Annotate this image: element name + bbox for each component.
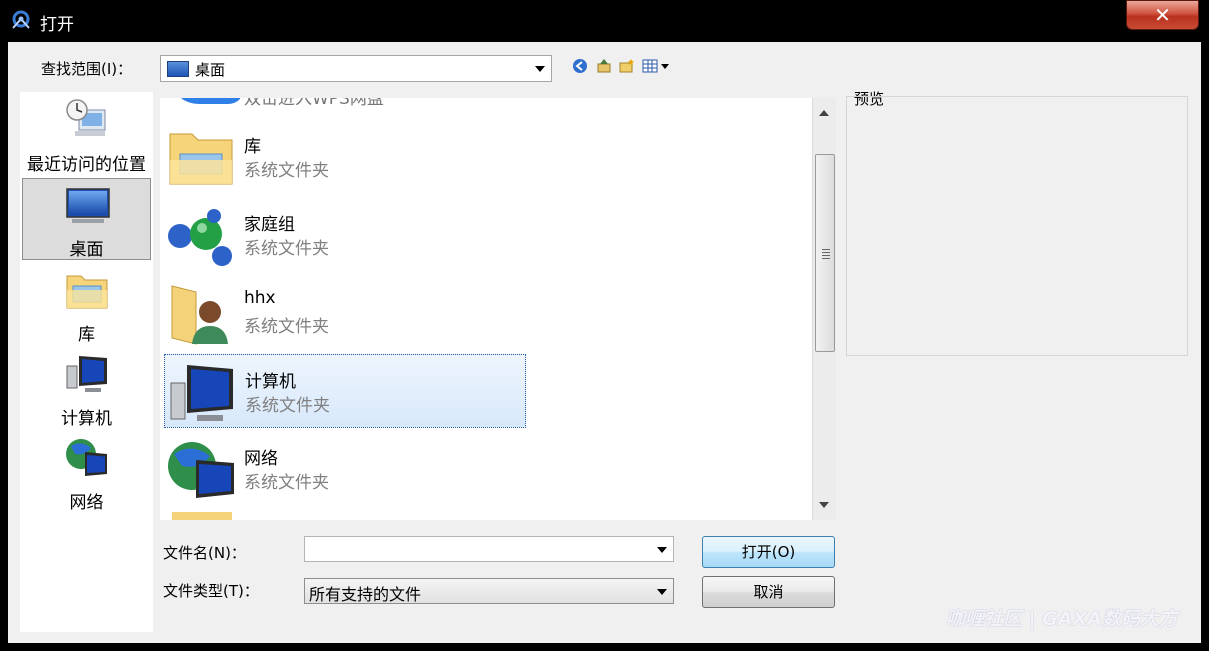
scroll-up-icon[interactable] <box>819 110 829 116</box>
file-list[interactable]: 双击进入WPS网盘 库 系统文件夹 家庭组 系统文件夹 hhx 系统文件夹 计算… <box>160 98 812 520</box>
chevron-down-icon[interactable] <box>657 589 667 595</box>
look-in-label: 查找范围(I)： <box>41 60 133 78</box>
preview-pane <box>846 96 1188 356</box>
file-type: 系统文件夹 <box>244 239 329 259</box>
wps-cloud-icon <box>181 98 240 104</box>
library-folder-icon <box>169 133 233 185</box>
file-name: 库 <box>244 137 261 157</box>
close-icon: ✕ <box>1154 3 1171 27</box>
file-list-scrollbar[interactable] <box>812 98 836 520</box>
list-item[interactable]: 计算机 系统文件夹 <box>164 354 526 428</box>
places-bar: 最近访问的位置 桌面 库 计算机 网络 <box>20 92 153 632</box>
place-label: 计算机 <box>61 409 112 429</box>
title-bar[interactable]: 打开 ✕ <box>0 0 1209 42</box>
library-folder-icon <box>66 275 108 309</box>
place-recent[interactable]: 最近访问的位置 <box>22 94 151 176</box>
desktop-icon <box>167 61 189 77</box>
file-name: 家庭组 <box>244 215 295 235</box>
open-button[interactable]: 打开(O) <box>702 536 835 568</box>
place-computer[interactable]: 计算机 <box>22 348 151 430</box>
close-button[interactable]: ✕ <box>1126 0 1199 30</box>
view-menu-icon[interactable] <box>642 58 670 74</box>
up-folder-icon[interactable] <box>596 58 612 74</box>
network-icon <box>168 442 234 498</box>
scroll-down-icon[interactable] <box>819 502 829 508</box>
file-type: 系统文件夹 <box>244 317 329 337</box>
place-libraries[interactable]: 库 <box>22 264 151 346</box>
list-item[interactable]: hhx 系统文件夹 <box>164 276 526 350</box>
place-network[interactable]: 网络 <box>22 432 151 514</box>
place-label: 桌面 <box>69 240 104 260</box>
place-label: 库 <box>78 325 95 345</box>
place-desktop[interactable]: 桌面 <box>22 178 151 260</box>
open-file-dialog: 打开 ✕ 查找范围(I)： 桌面 最近访问的位置 桌面 库 计算机 网络 双击进… <box>0 0 1209 651</box>
list-item[interactable] <box>164 510 526 520</box>
desktop-icon <box>66 188 110 223</box>
list-item[interactable]: 网络 系统文件夹 <box>164 432 526 506</box>
look-in-value: 桌面 <box>195 61 226 79</box>
scroll-thumb[interactable] <box>815 154 835 352</box>
file-type: 系统文件夹 <box>244 473 329 493</box>
place-label: 网络 <box>69 493 104 513</box>
user-folder-icon <box>171 285 228 345</box>
place-label: 最近访问的位置 <box>27 155 146 175</box>
back-icon[interactable] <box>572 58 588 74</box>
computer-icon <box>66 356 107 392</box>
file-type: 系统文件夹 <box>244 161 329 181</box>
look-in-combobox[interactable]: 桌面 <box>160 55 552 82</box>
list-item[interactable]: 库 系统文件夹 <box>164 120 526 194</box>
app-icon <box>12 10 30 29</box>
file-name: 计算机 <box>245 372 296 392</box>
chevron-down-icon[interactable] <box>535 66 545 72</box>
file-name: 网络 <box>244 449 278 469</box>
window-title: 打开 <box>40 15 74 35</box>
list-item-wps-cloud[interactable]: 双击进入WPS网盘 <box>164 98 526 110</box>
file-type-label: 文件类型(T)： <box>163 582 259 600</box>
homegroup-icon <box>168 209 232 266</box>
file-name-label: 文件名(N)： <box>163 544 246 562</box>
watermark: 咖喱社区 | GAXA数码大方 <box>946 608 1178 630</box>
file-name: hhx <box>244 288 276 308</box>
dialog-client-area: 查找范围(I)： 桌面 最近访问的位置 桌面 库 计算机 网络 双击进入WPS网… <box>8 42 1201 643</box>
grip-icon <box>822 249 830 259</box>
new-folder-icon[interactable] <box>619 58 635 74</box>
file-name: 双击进入WPS网盘 <box>244 98 384 109</box>
chevron-down-icon[interactable] <box>657 547 667 553</box>
cancel-button[interactable]: 取消 <box>702 576 835 608</box>
recent-places-icon <box>66 99 106 136</box>
file-name-combobox[interactable] <box>304 536 674 562</box>
list-item[interactable]: 家庭组 系统文件夹 <box>164 198 526 272</box>
file-type-value: 所有支持的文件 <box>309 585 422 604</box>
file-type-select[interactable]: 所有支持的文件 <box>304 578 674 604</box>
network-icon <box>66 439 107 476</box>
file-type: 系统文件夹 <box>245 396 330 416</box>
folder-icon <box>172 512 232 520</box>
computer-icon <box>170 365 233 421</box>
